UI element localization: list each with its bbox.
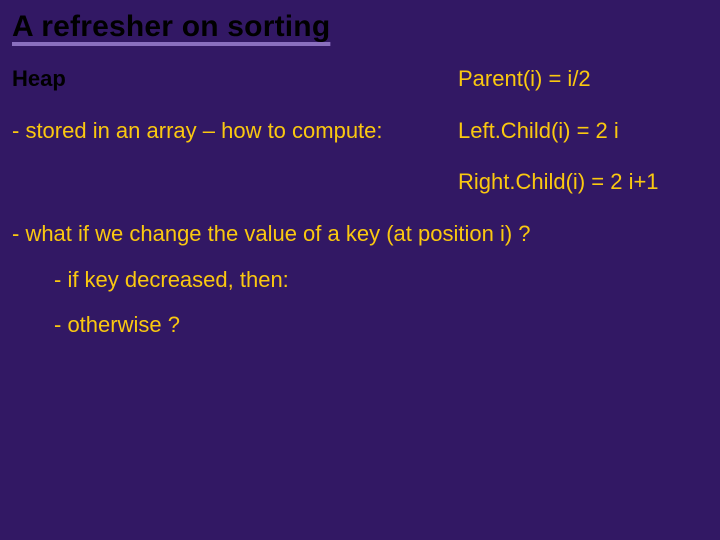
sub-otherwise: - otherwise ? bbox=[54, 310, 708, 340]
row-array: - stored in an array – how to compute: L… bbox=[12, 110, 708, 162]
bullet-stored-array: - stored in an array – how to compute: bbox=[12, 116, 432, 146]
question-change-key: - what if we change the value of a key (… bbox=[12, 219, 708, 249]
slide-title: A refresher on sorting bbox=[12, 10, 708, 44]
row-rightchild: Right.Child(i) = 2 i+1 bbox=[12, 161, 708, 213]
formula-leftchild: Left.Child(i) = 2 i bbox=[458, 116, 708, 146]
slide: A refresher on sorting Heap Parent(i) = … bbox=[0, 0, 720, 540]
formula-parent: Parent(i) = i/2 bbox=[458, 64, 708, 94]
row-heap: Heap Parent(i) = i/2 bbox=[12, 58, 708, 110]
sub-key-decreased: - if key decreased, then: bbox=[54, 265, 708, 295]
formula-rightchild: Right.Child(i) = 2 i+1 bbox=[458, 167, 708, 197]
heap-heading: Heap bbox=[12, 64, 432, 94]
